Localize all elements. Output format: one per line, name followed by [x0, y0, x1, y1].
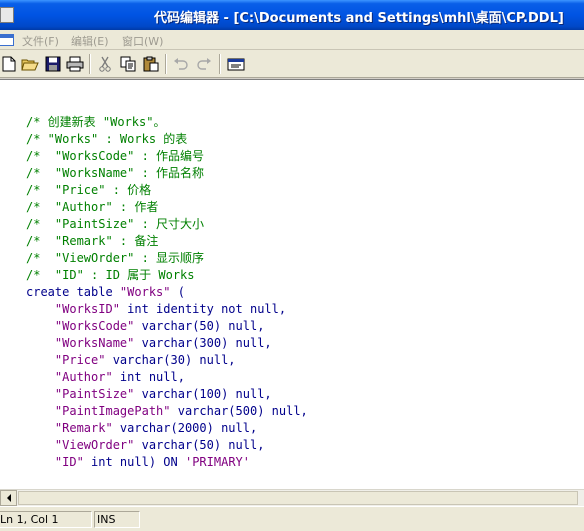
status-bar: Ln 1, Col 1 INS [0, 506, 584, 531]
code-token: varchar(50) null, [134, 438, 265, 452]
code-token: "WorksID" [54, 302, 120, 316]
code-line: "ViewOrder" varchar(50) null, [26, 437, 308, 454]
code-token: int null, [112, 370, 185, 384]
new-file-icon[interactable] [0, 55, 18, 73]
code-line: "Author" int null, [26, 369, 308, 386]
print-icon[interactable] [66, 55, 84, 73]
code-token: "WorksName" [54, 336, 135, 350]
code-line: /* "PaintSize" : 尺寸大小 [26, 216, 308, 233]
scrollbar-thumb[interactable] [18, 491, 578, 505]
menu-edit[interactable]: 编辑(E) [71, 33, 109, 49]
code-token: "PaintImagePath" [54, 404, 171, 418]
properties-icon[interactable] [227, 55, 245, 73]
code-line: "Price" varchar(30) null, [26, 352, 308, 369]
code-token: varchar(50) null, [134, 319, 265, 333]
open-folder-icon[interactable] [21, 55, 39, 73]
cursor-position: Ln 1, Col 1 [0, 511, 92, 528]
undo-icon[interactable] [172, 55, 190, 73]
horizontal-scrollbar[interactable] [0, 489, 584, 506]
code-token: "Works" [119, 285, 171, 299]
code-line: /* "Works" : Works 的表 [26, 131, 308, 148]
code-token: "Price" [54, 353, 106, 367]
code-token: create table [26, 285, 120, 299]
toolbar-separator [89, 54, 91, 74]
code-token: varchar(500) null, [170, 404, 308, 418]
code-line: /* "ViewOrder" : 显示顺序 [26, 250, 308, 267]
code-token: /* "Author" : 作者 [26, 200, 159, 214]
code-token: "Remark" [54, 421, 113, 435]
code-token: varchar(2000) null, [112, 421, 258, 435]
code-line: /* 创建新表 "Works"。 [26, 114, 308, 131]
code-line: /* "WorksName" : 作品名称 [26, 165, 308, 182]
code-content: /* 创建新表 "Works"。 /* "Works" : Works 的表 /* … [26, 97, 308, 489]
code-token: "PaintSize" [54, 387, 135, 401]
menu-bar: 文件(F) 编辑(E) 窗口(W) [0, 30, 584, 50]
code-token: varchar(30) null, [105, 353, 236, 367]
code-token: /* "ID" : ID 属于 Works [26, 268, 195, 282]
code-token: /* "Works" : Works 的表 [26, 132, 188, 146]
scroll-left-icon[interactable] [0, 490, 17, 506]
toolbar-separator [165, 54, 167, 74]
code-line: "PaintSize" varchar(100) null, [26, 386, 308, 403]
code-token: ( [170, 285, 185, 299]
title-bar[interactable]: 代码编辑器 - [C:\Documents and Settings\mhl\桌… [0, 0, 584, 30]
cut-icon[interactable] [96, 55, 114, 73]
code-line: /* "Remark" : 备注 [26, 233, 308, 250]
code-token: "ID" [54, 455, 84, 469]
code-line: /* "Price" : 价格 [26, 182, 308, 199]
code-token: /* "Remark" : 备注 [26, 234, 159, 248]
code-line: "ID" int null) ON 'PRIMARY' [26, 454, 308, 471]
code-token: "ViewOrder" [54, 438, 135, 452]
code-line: "WorksCode" varchar(50) null, [26, 318, 308, 335]
code-token: varchar(300) null, [134, 336, 272, 350]
code-token: /* "WorksName" : 作品名称 [26, 166, 205, 180]
code-line: "Remark" varchar(2000) null, [26, 420, 308, 437]
paste-icon[interactable] [142, 55, 160, 73]
code-token: int identity not null, [119, 302, 287, 316]
code-line: "WorksName" varchar(300) null, [26, 335, 308, 352]
document-window-icon[interactable] [0, 34, 14, 46]
app-icon[interactable] [0, 7, 14, 23]
code-line: "PaintImagePath" varchar(500) null, [26, 403, 308, 420]
window-title: 代码编辑器 - [C:\Documents and Settings\mhl\桌… [154, 11, 564, 26]
code-token: "Author" [54, 370, 113, 384]
copy-icon[interactable] [119, 55, 137, 73]
code-token: "WorksCode" [54, 319, 135, 333]
code-token: 'PRIMARY' [184, 455, 250, 469]
menu-file[interactable]: 文件(F) [22, 33, 59, 49]
code-token: /* "ViewOrder" : 显示顺序 [26, 251, 205, 265]
insert-mode: INS [94, 511, 140, 528]
code-line: /* "WorksCode" : 作品编号 [26, 148, 308, 165]
code-line: "WorksID" int identity not null, [26, 301, 308, 318]
code-line: create table "Works" ( [26, 284, 308, 301]
code-token: /* "WorksCode" : 作品编号 [26, 149, 205, 163]
save-icon[interactable] [44, 55, 62, 73]
code-line: /* "ID" : ID 属于 Works [26, 267, 308, 284]
code-token: varchar(100) null, [134, 387, 272, 401]
code-line: /* "Author" : 作者 [26, 199, 308, 216]
code-token: /* "PaintSize" : 尺寸大小 [26, 217, 205, 231]
code-token: /* "Price" : 价格 [26, 183, 152, 197]
toolbar-separator [219, 54, 221, 74]
toolbar [0, 50, 584, 78]
code-token: int null) ON [83, 455, 185, 469]
redo-icon[interactable] [195, 55, 213, 73]
code-token: /* 创建新表 "Works"。 [26, 115, 166, 129]
menu-window[interactable]: 窗口(W) [122, 33, 163, 49]
code-editor[interactable]: /* 创建新表 "Works"。 /* "Works" : Works 的表 /* … [0, 79, 584, 489]
